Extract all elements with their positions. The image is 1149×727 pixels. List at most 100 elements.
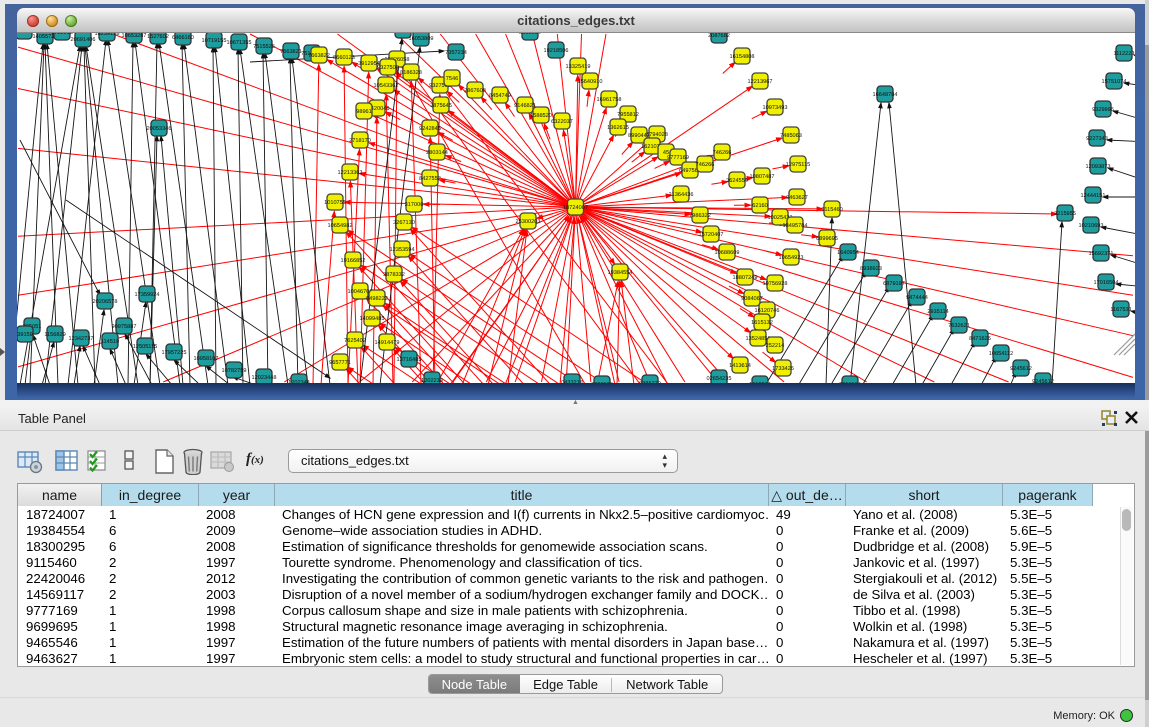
svg-text:1010755: 1010755 [324,200,346,206]
svg-text:15720407: 15720407 [699,232,724,238]
svg-text:3878332: 3878332 [383,272,405,278]
svg-text:1362615: 1362615 [607,125,629,131]
svg-text:10654982: 10654982 [328,223,353,229]
svg-text:9115460: 9115460 [821,207,842,213]
svg-text:8660123: 8660123 [333,55,355,61]
svg-text:10654923: 10654923 [779,255,804,261]
svg-text:7663822: 7663822 [308,53,330,59]
svg-text:25300203: 25300203 [516,219,541,225]
svg-text:13495784: 13495784 [783,223,808,229]
svg-text:19756928: 19756928 [763,281,788,287]
svg-text:7515526: 7515526 [253,44,275,50]
svg-text:15692371: 15692371 [1089,251,1114,257]
svg-text:317006: 317006 [405,202,424,208]
svg-text:12213363: 12213363 [338,170,363,176]
svg-text:12093873: 12093873 [1086,164,1111,170]
svg-text:10719155: 10719155 [202,38,227,44]
svg-text:10654112: 10654112 [989,351,1013,357]
svg-text:16120746: 16120746 [755,308,780,314]
svg-text:13716485: 13716485 [397,357,422,363]
svg-text:252214: 252214 [766,343,785,349]
svg-text:6879197: 6879197 [883,281,905,287]
svg-text:15640910: 15640910 [578,79,603,85]
svg-text:16648784: 16648784 [873,92,898,98]
svg-text:2087682: 2087682 [708,33,730,39]
svg-text:20206578: 20206578 [93,299,118,305]
svg-text:2867608: 2867608 [464,88,486,94]
svg-text:10653287: 10653287 [122,33,147,39]
svg-text:1413614: 1413614 [729,363,751,369]
svg-text:9474444: 9474444 [906,295,928,301]
svg-text:2935114: 2935114 [927,309,948,315]
svg-text:17016504: 17016504 [1094,280,1119,286]
svg-text:2718170: 2718170 [349,138,371,144]
svg-text:6466160: 6466160 [172,35,194,41]
svg-text:6794028: 6794028 [646,132,668,138]
svg-text:3624554: 3624554 [726,178,748,184]
svg-text:12505115: 12505115 [133,344,157,350]
svg-text:6899695: 6899695 [816,236,838,242]
svg-text:19218506: 19218506 [544,48,569,54]
svg-text:10782759: 10782759 [222,368,247,374]
svg-text:9245612: 9245612 [1010,366,1032,372]
svg-text:1722015: 1722015 [51,33,73,36]
svg-text:8813054: 8813054 [519,33,541,36]
svg-text:7546: 7546 [446,76,458,82]
svg-text:3215955: 3215955 [1054,211,1076,217]
svg-text:16053809: 16053809 [409,36,434,42]
svg-text:10688609: 10688609 [715,250,740,256]
svg-text:13325419: 13325419 [566,64,591,70]
svg-text:12342737: 12342737 [69,336,94,342]
svg-text:12023448: 12023448 [252,375,277,381]
svg-text:9242845: 9242845 [419,126,441,132]
svg-text:746266: 746266 [713,150,732,156]
svg-text:7357234: 7357234 [445,50,467,56]
svg-text:10807487: 10807487 [750,174,775,180]
svg-text:8471626: 8471626 [969,336,991,342]
svg-text:16154808: 16154808 [730,54,755,60]
svg-text:1156829: 1156829 [44,332,65,338]
svg-text:3267130: 3267130 [393,220,415,226]
svg-text:6322037: 6322037 [551,119,573,125]
svg-text:14099485: 14099485 [360,316,385,322]
svg-text:12444151: 12444151 [1081,193,1106,199]
svg-text:3875645: 3875645 [430,103,452,109]
svg-text:9146821: 9146821 [514,103,536,109]
svg-text:17957225: 17957225 [162,350,187,356]
svg-text:1588520: 1588520 [530,113,552,119]
svg-text:7986322: 7986322 [689,213,711,219]
svg-text:10973493: 10973493 [763,105,788,111]
svg-text:3498222: 3498222 [366,296,388,302]
svg-text:18724007: 18724007 [563,205,588,211]
svg-text:2803144: 2803144 [426,150,448,156]
svg-text:17359924: 17359924 [135,292,160,298]
svg-text:10210693: 10210693 [1079,223,1104,229]
svg-text:12353594: 12353594 [390,247,415,253]
svg-text:39159: 39159 [17,332,33,338]
svg-text:19166852: 19166852 [341,258,366,264]
svg-text:12213967: 12213967 [748,79,773,85]
svg-text:9657771: 9657771 [329,360,351,366]
svg-text:20053346: 20053346 [147,126,172,132]
svg-text:12975115: 12975115 [786,162,810,168]
svg-text:9329996: 9329996 [1092,107,1114,113]
svg-text:10543362: 10543362 [374,83,399,89]
svg-text:15751074: 15751074 [1102,79,1127,85]
svg-text:1112223: 1112223 [1114,51,1135,57]
svg-text:9327509: 9327509 [377,65,399,71]
svg-text:1640954: 1640954 [837,250,859,256]
svg-text:8938923: 8938923 [860,266,882,272]
svg-text:1733426: 1733426 [772,366,794,372]
svg-text:1167531: 1167531 [1110,307,1131,313]
svg-text:10671355: 10671355 [227,40,252,46]
svg-text:98961: 98961 [356,109,372,115]
svg-text:8454749: 8454749 [489,93,511,99]
svg-text:1615132: 1615132 [751,320,773,326]
svg-text:7632621: 7632621 [948,323,970,329]
svg-text:7663821: 7663821 [280,49,302,55]
svg-text:9227343: 9227343 [1086,136,1108,142]
svg-text:20691406: 20691406 [71,37,96,43]
svg-text:9777169: 9777169 [667,155,689,161]
svg-text:1527602: 1527602 [147,34,169,40]
svg-text:7625402: 7625402 [344,338,366,344]
